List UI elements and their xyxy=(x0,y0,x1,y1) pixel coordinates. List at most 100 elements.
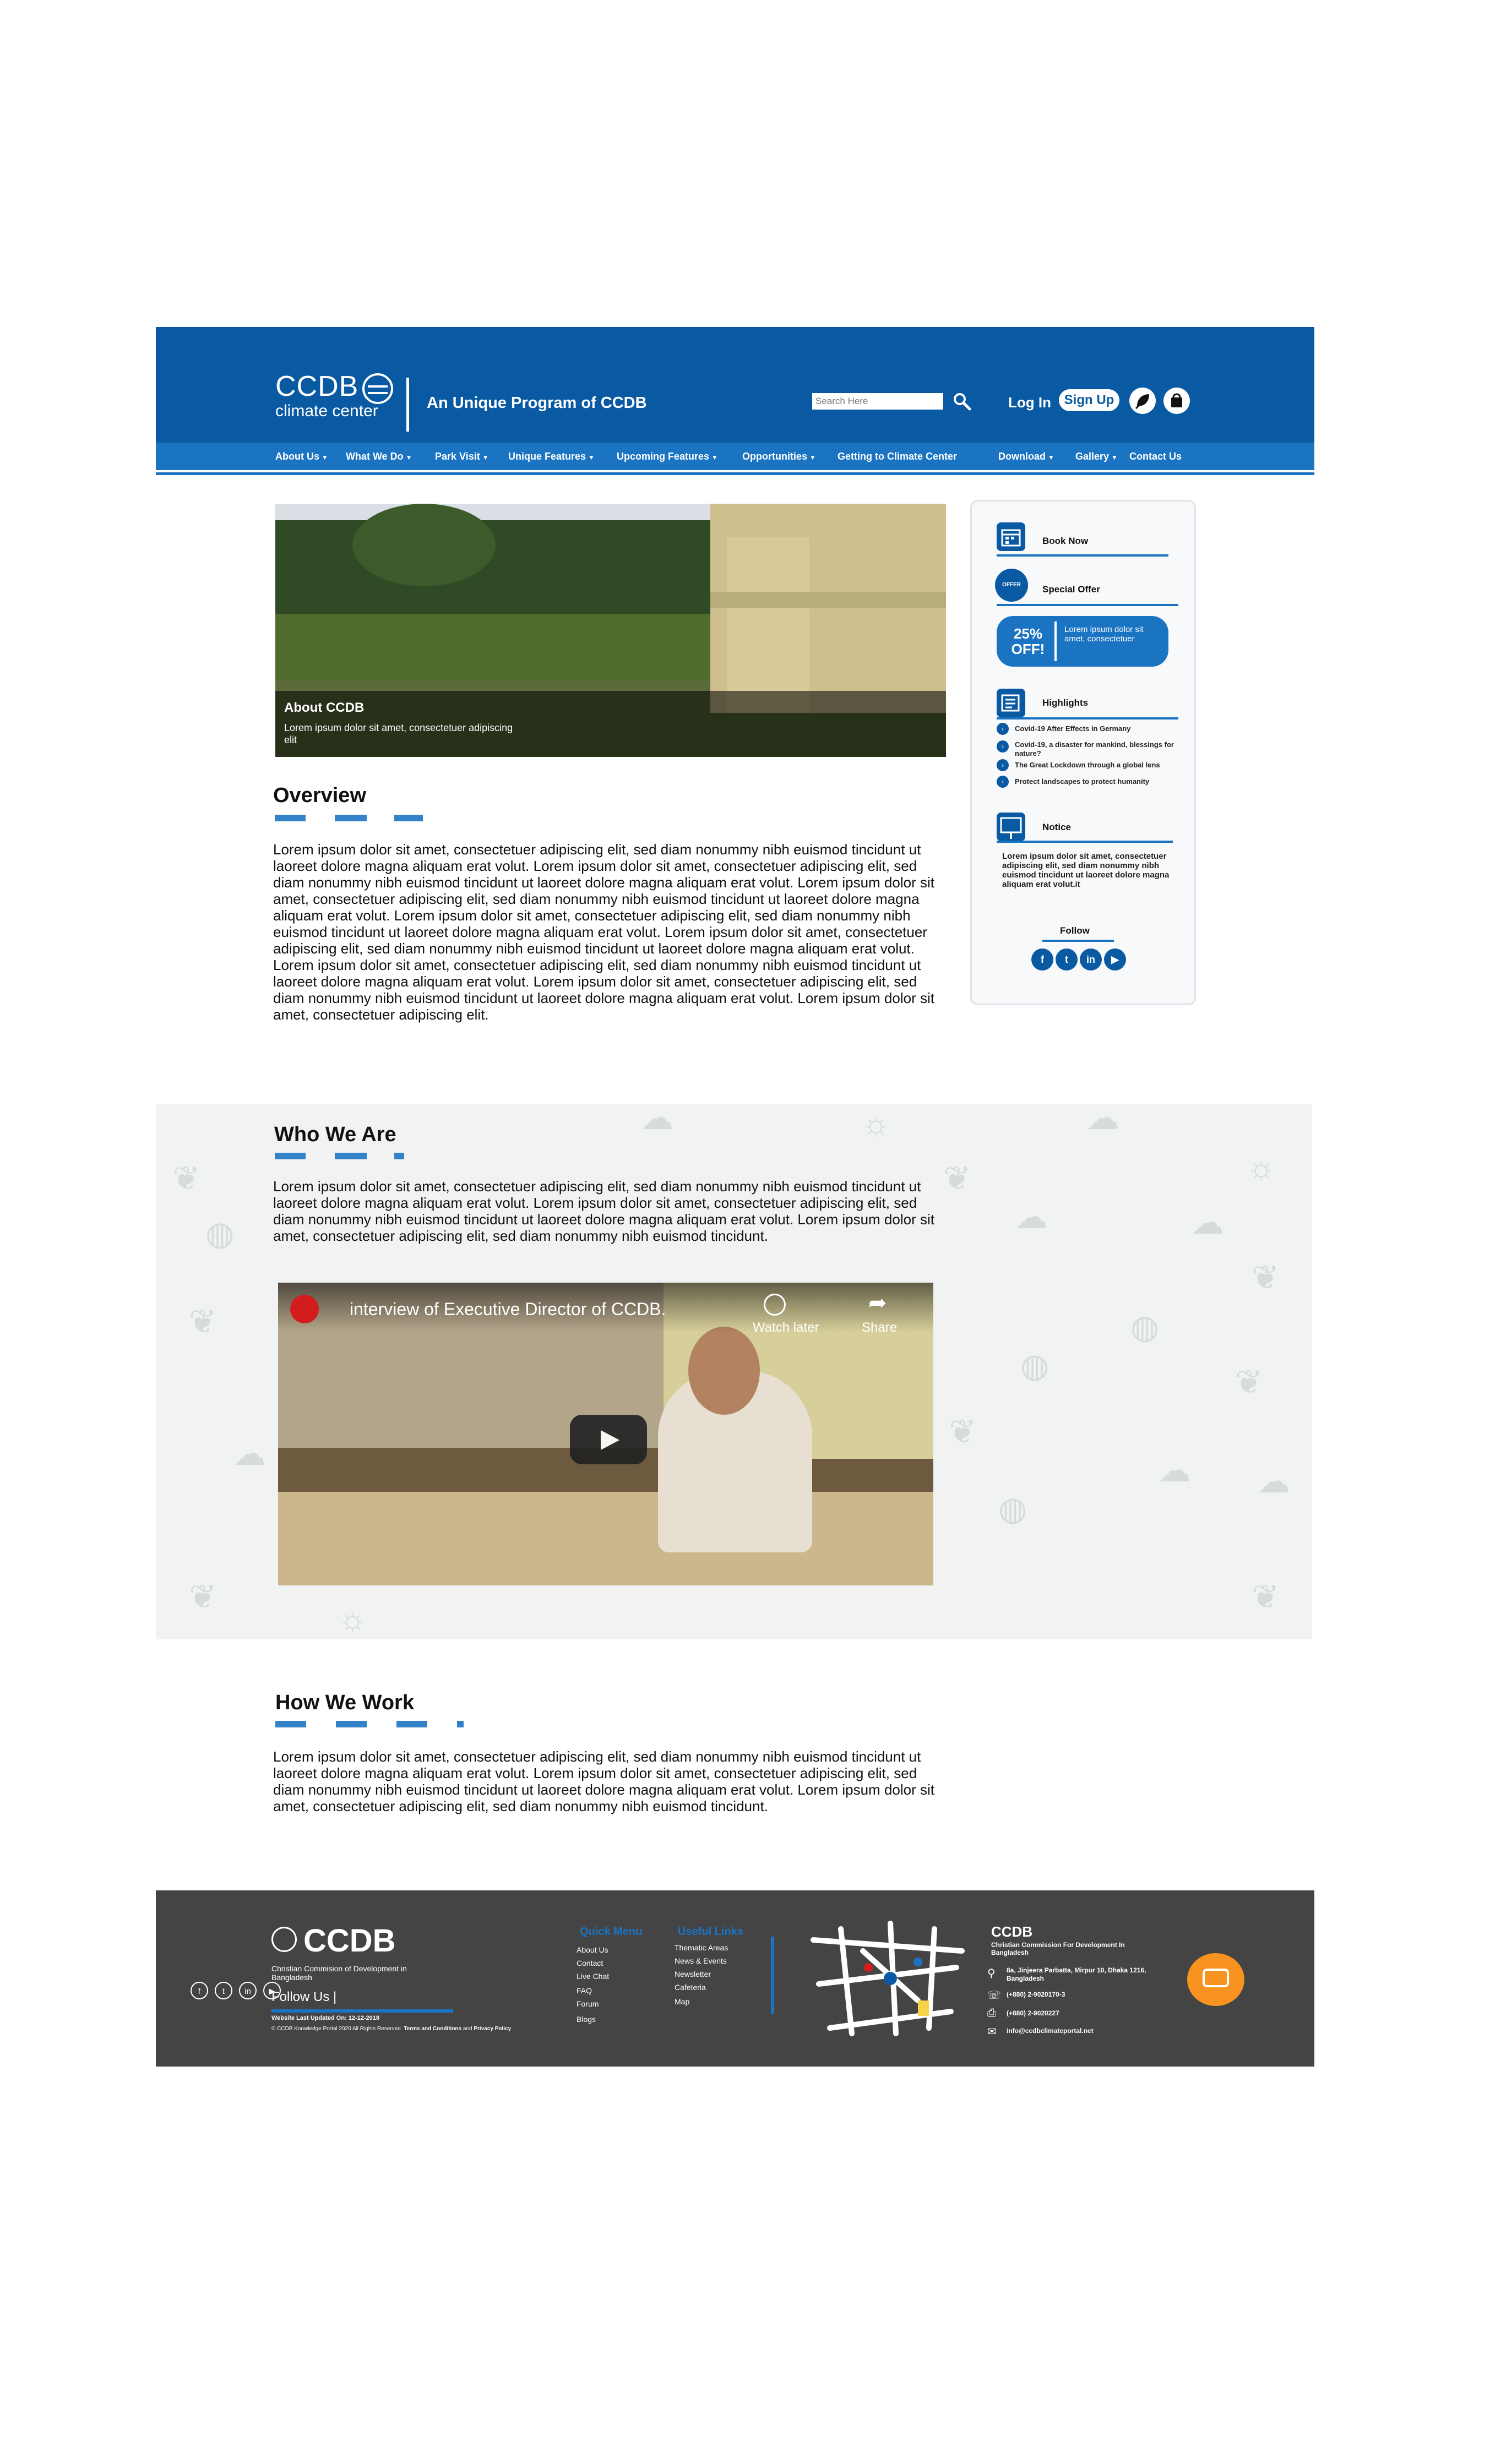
nav-item-unique-features[interactable]: Unique Features ▼ xyxy=(508,451,595,462)
share-button[interactable]: Share xyxy=(862,1320,897,1335)
footer-twitter-icon[interactable]: t xyxy=(215,1982,232,1999)
highlight-item[interactable]: The Great Lockdown through a global lens xyxy=(1015,761,1186,770)
nav-item-download[interactable]: Download ▼ xyxy=(998,451,1054,462)
leaf-deco-icon: ❦ xyxy=(1235,1364,1263,1400)
play-icon[interactable] xyxy=(570,1415,647,1464)
caret-down-icon: ▼ xyxy=(322,454,328,461)
caret-down-icon: ▼ xyxy=(405,454,412,461)
leaf-deco-icon: ❦ xyxy=(949,1413,977,1450)
cloud-icon: ☁ xyxy=(1257,1463,1290,1500)
twitter-icon[interactable]: t xyxy=(1056,948,1078,971)
contact-email[interactable]: info@ccdbclimateportal.net xyxy=(1007,2027,1094,2035)
footer-link-blogs[interactable]: Blogs xyxy=(577,2015,596,2024)
contact-address: 8a, Jinjeera Parbatta, Mirpur 10, Dhaka … xyxy=(1007,1966,1146,1982)
main-nav: About Us ▼ What We Do ▼ Park Visit ▼ Unique… xyxy=(156,443,1314,470)
highlight-item[interactable]: Covid-19 After Effects in Germany xyxy=(1015,724,1186,733)
arrow-right-icon: › xyxy=(997,740,1009,753)
highlights-icon xyxy=(997,689,1025,717)
hero-image: About CCDB Lorem ipsum dolor sit amet, c… xyxy=(275,504,946,757)
globe-deco-icon: ◍ xyxy=(998,1490,1027,1527)
useful-links-title: Useful Links xyxy=(678,1926,743,1938)
site-logo[interactable]: CCDB climate center xyxy=(275,372,378,419)
leaf-icon[interactable] xyxy=(1129,388,1156,414)
follow-label: Follow xyxy=(1060,925,1090,936)
footer-link-forum[interactable]: Forum xyxy=(577,1999,599,2008)
footer-link-contact[interactable]: Contact xyxy=(577,1959,603,1967)
globe-logo-icon xyxy=(362,373,393,404)
sidebar-panel: Book Now OFFER Special Offer 25% OFF! Lo… xyxy=(970,500,1196,1005)
contact-phone[interactable]: (+880) 2-9020170-3 xyxy=(1007,1991,1065,1998)
video-title[interactable]: interview of Executive Director of CCDB. xyxy=(350,1299,666,1320)
notice-board-icon xyxy=(997,813,1025,841)
overview-text: Lorem ipsum dolor sit amet, consectetuer… xyxy=(273,841,934,1023)
footer-link-map[interactable]: Map xyxy=(675,1997,689,2006)
nav-item-upcoming-features[interactable]: Upcoming Features ▼ xyxy=(617,451,718,462)
footer-linkedin-icon[interactable]: in xyxy=(239,1982,257,1999)
footer-link-news-events[interactable]: News & Events xyxy=(675,1956,727,1965)
footer-link-live-chat[interactable]: Live Chat xyxy=(577,1972,609,1981)
who-we-are-text: Lorem ipsum dolor sit amet, consectetuer… xyxy=(273,1178,934,1244)
footer-brand-sub: Christian Commision of Development in Ba… xyxy=(271,1964,407,1982)
sun-icon: ☼ xyxy=(1246,1149,1276,1186)
shopping-bag-icon[interactable] xyxy=(1163,388,1190,414)
ccdb-emblem-icon xyxy=(271,1927,297,1952)
cloud-icon: ☁ xyxy=(1086,1099,1119,1136)
nav-item-getting-to-climate-center[interactable]: Getting to Climate Center xyxy=(838,451,957,462)
who-we-are-title: Who We Are xyxy=(274,1123,396,1146)
nav-item-gallery[interactable]: Gallery ▼ xyxy=(1075,451,1118,462)
search-input[interactable] xyxy=(812,393,943,410)
envelope-icon: ✉ xyxy=(987,2026,997,2038)
arrow-right-icon: › xyxy=(997,759,1009,771)
footer-link-about-us[interactable]: About Us xyxy=(577,1945,608,1954)
youtube-icon[interactable]: ▶ xyxy=(1104,948,1126,971)
notice-title: Notice xyxy=(1042,822,1071,832)
cloud-sun-icon: ☁ xyxy=(640,1099,673,1136)
share-icon[interactable]: ➦ xyxy=(868,1290,887,1316)
nav-item-opportunities[interactable]: Opportunities ▼ xyxy=(742,451,816,462)
channel-avatar[interactable] xyxy=(290,1295,319,1323)
footer-link-thematic-areas[interactable]: Thematic Areas xyxy=(675,1943,728,1952)
quick-menu-title: Quick Menu xyxy=(580,1926,643,1938)
privacy-link[interactable]: Privacy Policy xyxy=(474,2026,511,2032)
highlight-item[interactable]: Protect landscapes to protect humanity xyxy=(1015,777,1186,786)
cloud-icon: ☁ xyxy=(1158,1452,1191,1489)
site-header: CCDB climate center An Unique Program of… xyxy=(156,327,1314,443)
footer-youtube-icon[interactable]: ▶ xyxy=(263,1982,281,1999)
footer-facebook-icon[interactable]: f xyxy=(191,1982,208,1999)
nav-item-about-us[interactable]: About Us ▼ xyxy=(275,451,328,462)
hero-title: About CCDB xyxy=(284,700,365,715)
location-map[interactable] xyxy=(808,1918,967,2039)
clock-icon[interactable] xyxy=(764,1294,786,1316)
caret-down-icon: ▼ xyxy=(809,454,816,461)
cloud-sun-icon: ☁ xyxy=(1015,1198,1048,1235)
footer-link-newsletter[interactable]: Newsletter xyxy=(675,1970,711,1978)
leaf-deco-icon: ❦ xyxy=(172,1160,200,1197)
contact-brand-sub: Christian Commission For Development In … xyxy=(991,1941,1125,1956)
signup-button[interactable]: Sign Up xyxy=(1059,389,1119,411)
header-tagline: An Unique Program of CCDB xyxy=(427,394,647,412)
leaf-deco-icon: ❦ xyxy=(189,1303,217,1340)
video-player[interactable]: interview of Executive Director of CCDB.… xyxy=(278,1283,933,1585)
chat-icon[interactable] xyxy=(1187,1953,1244,2006)
nav-item-contact-us[interactable]: Contact Us xyxy=(1129,451,1182,462)
facebook-icon[interactable]: f xyxy=(1031,948,1053,971)
logo-divider xyxy=(406,378,409,432)
nav-item-park-visit[interactable]: Park Visit ▼ xyxy=(435,451,489,462)
login-link[interactable]: Log In xyxy=(1008,394,1051,411)
linkedin-icon[interactable]: in xyxy=(1080,948,1102,971)
book-now-link[interactable]: Book Now xyxy=(1042,536,1088,547)
footer-link-faq[interactable]: FAQ xyxy=(577,1986,592,1995)
highlight-item[interactable]: Covid-19, a disaster for mankind, blessi… xyxy=(1015,740,1186,758)
nav-item-what-we-do[interactable]: What We Do ▼ xyxy=(346,451,412,462)
caret-down-icon: ▼ xyxy=(1048,454,1054,461)
terms-link[interactable]: Terms and Conditions xyxy=(404,2026,461,2032)
sun-icon: ☼ xyxy=(338,1600,368,1637)
cloud-icon: ☁ xyxy=(1191,1204,1224,1241)
caret-down-icon: ▼ xyxy=(1111,454,1118,461)
footer-link-cafeteria[interactable]: Cafeteria xyxy=(675,1983,706,1992)
search-icon[interactable] xyxy=(953,392,971,411)
offer-badge-icon: OFFER xyxy=(995,569,1028,602)
special-offer-title: Special Offer xyxy=(1042,584,1100,595)
watch-later-button[interactable]: Watch later xyxy=(753,1320,819,1335)
notice-text: Lorem ipsum dolor sit amet, consectetuer… xyxy=(1002,852,1170,889)
